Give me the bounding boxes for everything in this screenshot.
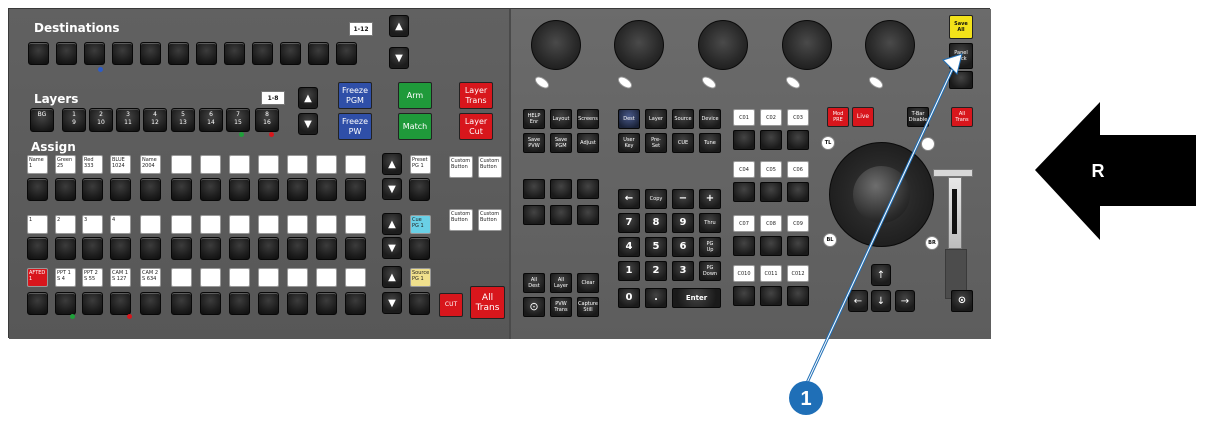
rear-arrow-icon <box>1035 102 1196 240</box>
callout-overlay: 1 R <box>789 53 1196 415</box>
rear-arrow-label: R <box>1092 161 1105 181</box>
callout-leader-highlight <box>805 69 953 386</box>
callout-number: 1 <box>800 388 811 410</box>
